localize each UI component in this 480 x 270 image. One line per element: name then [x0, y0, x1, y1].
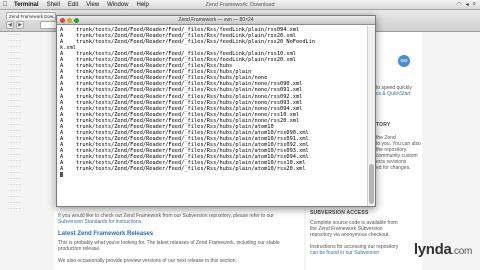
subversion-standards-link[interactable]: Subversion Standards for instructions.	[58, 219, 143, 225]
terminal-cursor-line	[60, 172, 364, 178]
terminal-output[interactable]: A trunk/tests/Zend/Feed/Reader/Feed/_fil…	[57, 26, 367, 206]
browser-tab[interactable]: Zend Framework Dow...	[6, 12, 56, 20]
terminal-scrollbar[interactable]	[367, 26, 375, 206]
terminal-title: Zend Framework — svn — 80×24	[178, 17, 254, 23]
releases-paragraph: This is probably what you're looking for…	[58, 240, 280, 252]
menu-terminal[interactable]: Terminal	[10, 2, 43, 8]
terminal-scroll-thumb[interactable]	[369, 164, 374, 204]
terminal-cursor	[60, 172, 63, 178]
back-button[interactable]: ◀	[6, 21, 14, 29]
subversion-access-text: Complete source code is available from t…	[310, 220, 420, 256]
subversion-link[interactable]: can be found in our Subversion	[310, 250, 420, 256]
go-button[interactable]: GO	[398, 55, 410, 67]
spotlight-icon[interactable]: ⌕	[473, 1, 476, 8]
wifi-icon[interactable]: ◠	[456, 1, 461, 8]
menu-view[interactable]: View	[82, 2, 103, 8]
close-window-icon[interactable]	[60, 18, 65, 23]
lynda-watermark: lynda.com	[413, 241, 472, 258]
status-icons: ◠ ◂ ⌕	[456, 1, 480, 8]
forward-button[interactable]: ▶	[16, 21, 24, 29]
menu-edit[interactable]: Edit	[64, 2, 82, 8]
latest-releases-heading[interactable]: Latest Zend Framework Releases	[58, 231, 153, 237]
repository-heading: TORY	[376, 122, 391, 128]
preview-paragraph: We also occasionally provide preview ver…	[58, 258, 237, 264]
apple-menu-icon[interactable]: 	[0, 1, 10, 8]
minimize-window-icon[interactable]	[67, 18, 72, 23]
repository-text: the Zend to you. You can also the reposi…	[376, 135, 421, 171]
terminal-window[interactable]: Zend Framework — svn — 80×24 A trunk/tes…	[56, 15, 376, 207]
terminal-title-bar[interactable]: Zend Framework — svn — 80×24	[57, 16, 375, 25]
sidebar-snippet-2[interactable]: cs & QuickStart	[376, 91, 422, 97]
menu-shell[interactable]: Shell	[43, 2, 64, 8]
window-controls	[60, 18, 79, 23]
volume-icon[interactable]: ◂	[466, 1, 469, 8]
menu-window[interactable]: Window	[103, 2, 132, 8]
menu-bar:  Terminal Shell Edit View Window Help Z…	[0, 0, 480, 10]
left-margin-list: ········· ········· ········· ········· ···…	[8, 32, 22, 211]
subversion-access-heading: SUBVERSION ACCESS	[310, 210, 369, 216]
intro-paragraph: If you would like to check out Zend Fram…	[58, 213, 274, 225]
menu-help[interactable]: Help	[133, 2, 153, 8]
zoom-window-icon[interactable]	[74, 18, 79, 23]
